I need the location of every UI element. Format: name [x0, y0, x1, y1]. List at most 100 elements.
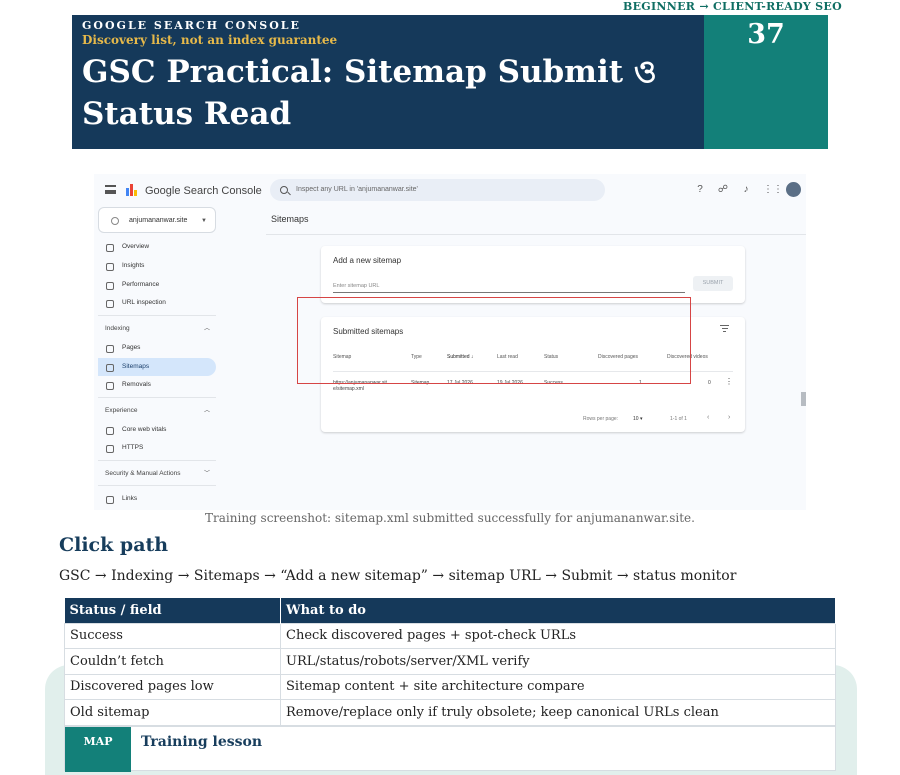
more-vert-icon[interactable]: ⋮ — [725, 377, 733, 386]
nav-divider — [98, 460, 216, 461]
status-cell: Couldn’t fetch — [64, 648, 281, 675]
caret-down-icon: ▾ — [639, 416, 643, 422]
search-icon — [280, 186, 288, 194]
nav-divider — [98, 315, 216, 316]
chevron-up-icon: ︿ — [203, 326, 210, 332]
property-name: anjumananwar.site — [129, 217, 188, 224]
banner-kicker: GOOGLE SEARCH CONSOLE — [82, 19, 301, 32]
action-cell: Check discovered pages + spot-check URLs — [280, 622, 836, 649]
nav-label: Removals — [122, 381, 151, 388]
nav-label: Performance — [122, 281, 160, 288]
bell-icon[interactable]: ♪ — [740, 184, 752, 196]
search-placeholder: Inspect any URL in 'anjumananwar.site' — [296, 186, 418, 193]
nav-item-sitemaps[interactable]: Sitemaps — [98, 358, 216, 376]
avatar[interactable] — [786, 182, 801, 197]
action-cell: Remove/replace only if truly obsolete; k… — [280, 699, 836, 726]
nav-label: Sitemaps — [122, 363, 150, 370]
nav-label: Links — [122, 495, 138, 502]
pages-icon — [106, 345, 114, 353]
caret-down-icon: ▼ — [201, 218, 207, 224]
nav-item-overview[interactable]: Overview — [98, 238, 216, 256]
nav-section-indexing[interactable]: Indexing ︿ — [98, 320, 216, 338]
gsc-top-bar: Google Search Console Inspect any URL in… — [94, 174, 806, 208]
nav-label: HTTPS — [122, 444, 144, 451]
globe-icon — [111, 217, 119, 225]
lesson-tag: MAP — [65, 727, 131, 772]
training-lesson-card: MAP Training lesson — [64, 726, 836, 772]
title-banner: GOOGLE SEARCH CONSOLE Discovery list, no… — [72, 15, 704, 149]
gsc-logo-icon — [126, 184, 138, 196]
link-icon — [106, 496, 114, 504]
table-header-row: Status / field What to do — [64, 598, 836, 623]
highlight-box — [297, 297, 691, 384]
course-level-tag: BEGINNER → CLIENT-READY SEO — [622, 0, 842, 13]
insights-icon — [106, 263, 114, 271]
nav-label: URL inspection — [122, 299, 166, 306]
screenshot-caption: Training screenshot: sitemap.xml submitt… — [205, 511, 695, 525]
banner-subtitle: Discovery list, not an index guarantee — [82, 33, 338, 47]
lesson-title: Training lesson — [141, 734, 263, 750]
nav-item-pages[interactable]: Pages — [98, 339, 216, 357]
table-header-action: What to do — [280, 598, 836, 623]
table-row: Couldn’t fetch URL/status/robots/server/… — [64, 648, 836, 675]
rows-per-page-label: Rows per page: — [583, 416, 619, 422]
removals-icon — [106, 382, 114, 390]
table-row: Discovered pages low Sitemap content + s… — [64, 673, 836, 700]
click-path-heading: Click path — [59, 534, 169, 556]
nav-divider — [98, 397, 216, 398]
sitemap-url-input[interactable]: Enter sitemap URL — [333, 282, 685, 293]
section-label: Indexing — [105, 325, 130, 332]
filter-icon[interactable] — [720, 325, 729, 332]
nav-item-links[interactable]: Links — [98, 490, 216, 508]
rows-per-page-value: 10 — [633, 416, 639, 422]
status-cell: Old sitemap — [64, 699, 281, 726]
url-inspect-search[interactable]: Inspect any URL in 'anjumananwar.site' — [270, 179, 605, 201]
action-cell: Sitemap content + site architecture comp… — [280, 673, 836, 700]
add-sitemap-title: Add a new sitemap — [333, 256, 402, 265]
property-selector[interactable]: anjumananwar.site ▼ — [98, 207, 216, 233]
trend-icon — [106, 282, 114, 290]
chevron-down-icon: ﹀ — [203, 471, 210, 477]
help-icon[interactable]: ? — [694, 184, 706, 196]
submit-button[interactable]: SUBMIT — [693, 276, 733, 291]
apps-icon[interactable]: ⋮⋮ — [763, 184, 783, 196]
page-range: 1-1 of 1 — [670, 416, 687, 422]
users-icon[interactable]: ☍ — [717, 184, 729, 196]
page-title: GSC Practical: Sitemap Submit ও Status R… — [82, 54, 657, 132]
status-cell: Discovered pages low — [64, 673, 281, 700]
nav-item-insights[interactable]: Insights — [98, 257, 216, 275]
action-cell: URL/status/robots/server/XML verify — [280, 648, 836, 675]
table-header-status: Status / field — [64, 598, 281, 623]
sitemap-url-part2: e/sitemap.xml — [333, 386, 364, 392]
home-icon — [106, 244, 114, 252]
sitemap-icon — [106, 364, 114, 372]
nav-item-removals[interactable]: Removals — [98, 376, 216, 394]
nav-item-https[interactable]: HTTPS — [98, 439, 216, 457]
section-label: Security & Manual Actions — [105, 470, 181, 477]
lock-icon — [106, 445, 114, 453]
table-row: Old sitemap Remove/replace only if truly… — [64, 699, 836, 726]
nav-section-experience[interactable]: Experience ︿ — [98, 402, 216, 420]
gsc-brand: Google Search Console — [145, 185, 262, 197]
menu-icon[interactable] — [105, 185, 116, 194]
lesson-number: 37 — [704, 15, 828, 149]
nav-section-security[interactable]: Security & Manual Actions ﹀ — [98, 465, 216, 483]
nav-label: Insights — [122, 262, 145, 269]
status-table: Status / field What to do Success Check … — [64, 598, 836, 726]
header-tools: ? ☍ ♪ ⋮⋮ — [694, 182, 801, 197]
nav-item-performance[interactable]: Performance — [98, 276, 216, 294]
next-page-icon[interactable]: › — [728, 414, 730, 421]
click-path-text: GSC → Indexing → Sitemaps → “Add a new s… — [59, 568, 737, 584]
cell-discovered-videos: 0 — [708, 380, 711, 386]
table-row: Success Check discovered pages + spot-ch… — [64, 622, 836, 649]
divider — [266, 234, 806, 235]
nav-item-url-inspection[interactable]: URL inspection — [98, 294, 216, 312]
prev-page-icon[interactable]: ‹ — [707, 414, 709, 421]
nav-divider — [98, 485, 216, 486]
gsc-screenshot: Google Search Console Inspect any URL in… — [94, 174, 806, 510]
add-sitemap-card: Add a new sitemap Enter sitemap URL SUBM… — [321, 246, 745, 303]
nav-item-core-web-vitals[interactable]: Core web vitals — [98, 421, 216, 439]
rows-per-page-select[interactable]: 10 ▾ — [633, 416, 642, 422]
scrollbar[interactable] — [801, 392, 806, 406]
nav-label: Pages — [122, 344, 141, 351]
